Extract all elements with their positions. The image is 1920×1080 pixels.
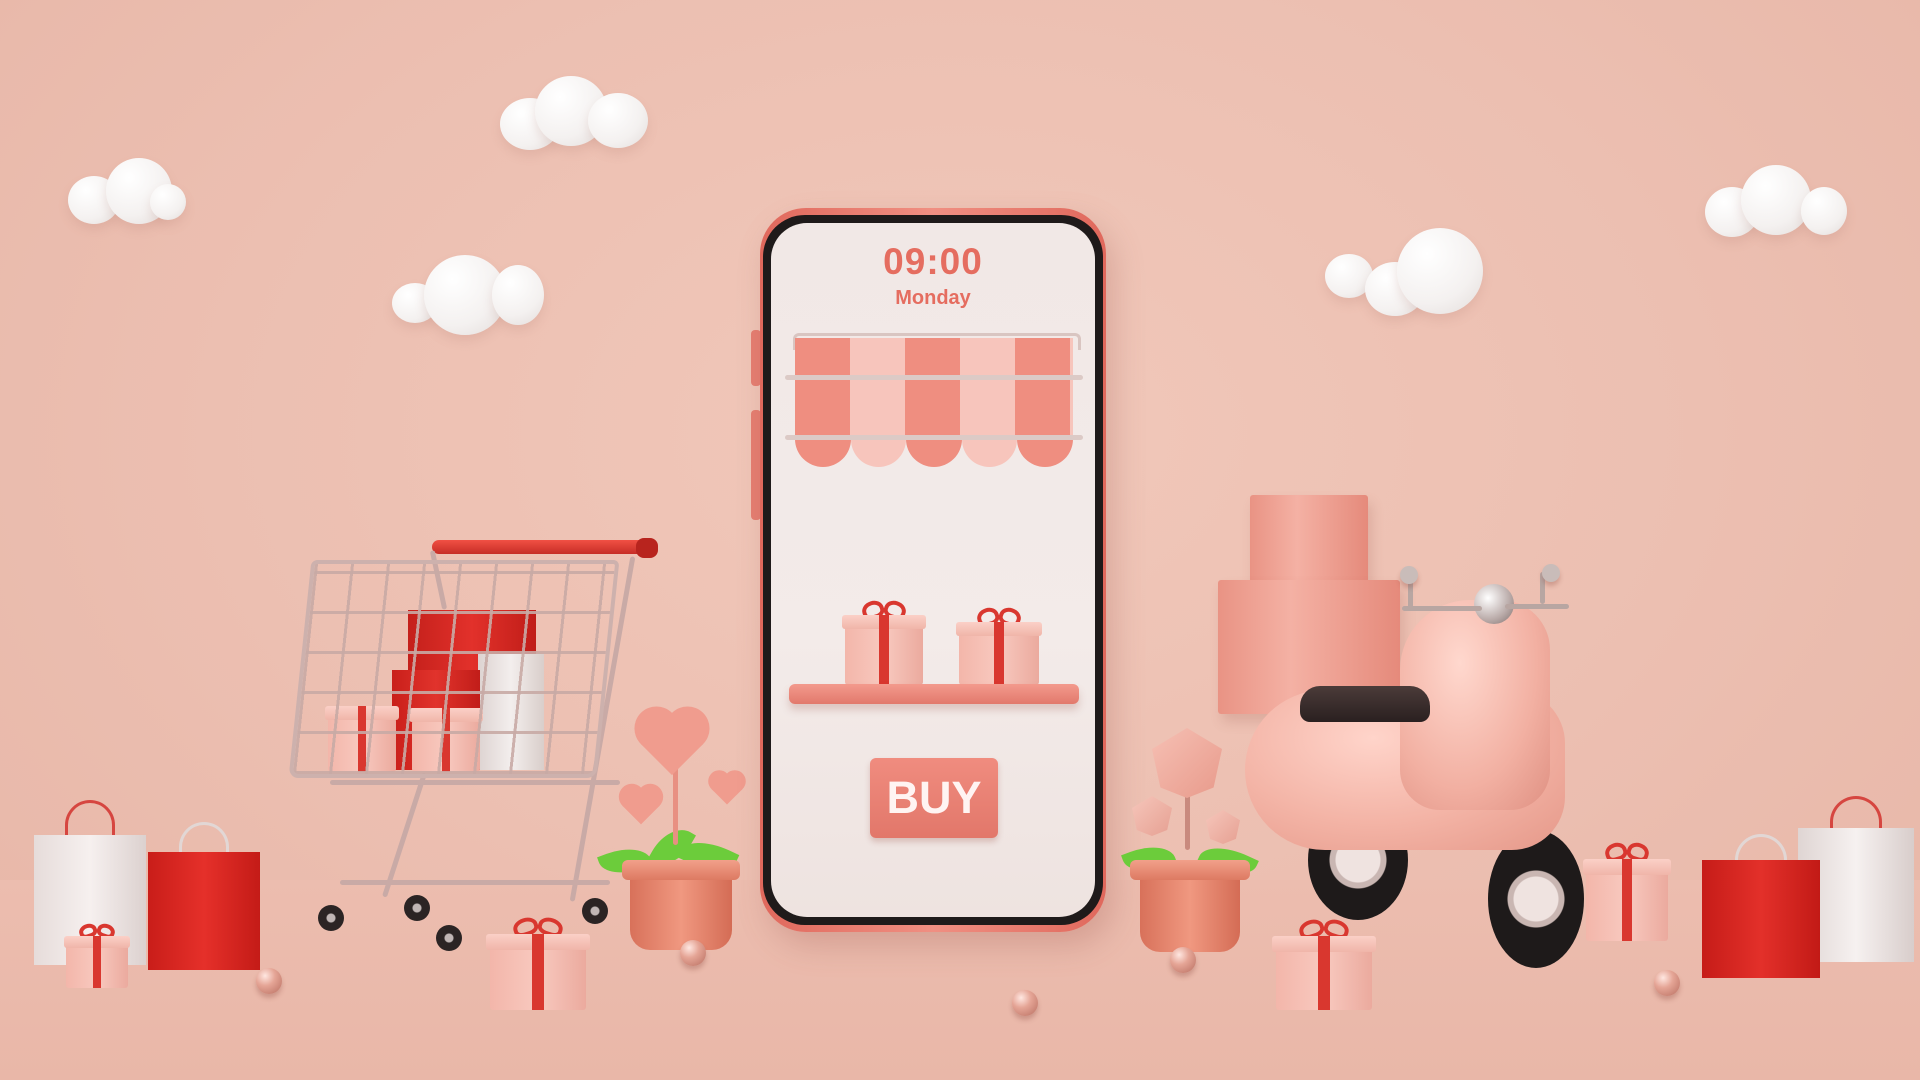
cloud-icon xyxy=(392,255,544,337)
decorative-ball xyxy=(256,968,282,994)
awning-rail xyxy=(785,435,1083,440)
shopping-bag-icon xyxy=(1702,834,1820,978)
scooter-seat xyxy=(1300,686,1430,722)
decorative-ball xyxy=(1012,990,1038,1016)
cart-frame xyxy=(330,780,620,785)
shopping-scene: 09:00 Monday BUY xyxy=(0,0,1920,1080)
display-shelf xyxy=(789,684,1079,704)
heart-icon xyxy=(640,712,704,776)
clock-day: Monday xyxy=(895,287,971,309)
gift-box-icon xyxy=(955,608,1043,685)
cart-wheel xyxy=(404,895,430,921)
package-box xyxy=(1250,495,1368,585)
geometric-flower xyxy=(1206,810,1240,844)
shopping-cart-icon xyxy=(288,560,620,778)
cloud-icon xyxy=(1705,165,1847,239)
cart-handle-grip xyxy=(636,538,658,558)
cart-wheel xyxy=(318,905,344,931)
cloud-icon xyxy=(1325,228,1483,318)
scooter-handlebar xyxy=(1505,604,1569,609)
gift-box-icon xyxy=(1272,920,1376,1010)
pot-rim xyxy=(622,860,740,880)
gift-box-icon xyxy=(841,601,927,685)
buy-button[interactable]: BUY xyxy=(870,758,998,838)
awning-scallops xyxy=(795,437,1073,467)
pot-rim xyxy=(1130,860,1250,880)
gift-box-icon xyxy=(63,924,131,988)
cart-frame xyxy=(382,772,427,898)
clock-time: 09:00 xyxy=(883,241,983,282)
scooter-wheel xyxy=(1488,830,1584,968)
awning-icon xyxy=(795,338,1073,438)
cart-wheel xyxy=(436,925,462,951)
cloud-icon xyxy=(500,68,650,150)
cart-frame xyxy=(340,880,610,885)
scooter-mirror xyxy=(1400,566,1418,584)
geometric-flower xyxy=(1132,796,1172,836)
heart-icon xyxy=(622,787,660,825)
scooter-handlebar xyxy=(1402,606,1482,611)
shopping-bag-icon xyxy=(148,822,260,970)
heart-icon xyxy=(711,773,743,805)
cart-handle xyxy=(432,540,650,554)
awning-rail xyxy=(785,375,1083,380)
geometric-flower xyxy=(1152,728,1222,798)
decorative-ball xyxy=(1170,947,1196,973)
gift-box-icon xyxy=(486,918,590,1010)
scooter-mirror xyxy=(1542,564,1560,582)
potted-plant-icon xyxy=(1140,870,1240,952)
potted-plant-icon xyxy=(630,870,732,950)
decorative-ball xyxy=(680,940,706,966)
gift-box-icon xyxy=(1582,843,1672,941)
decorative-ball xyxy=(1654,970,1680,996)
cloud-icon xyxy=(68,158,186,228)
phone-screen: 09:00 Monday BUY xyxy=(771,223,1095,917)
